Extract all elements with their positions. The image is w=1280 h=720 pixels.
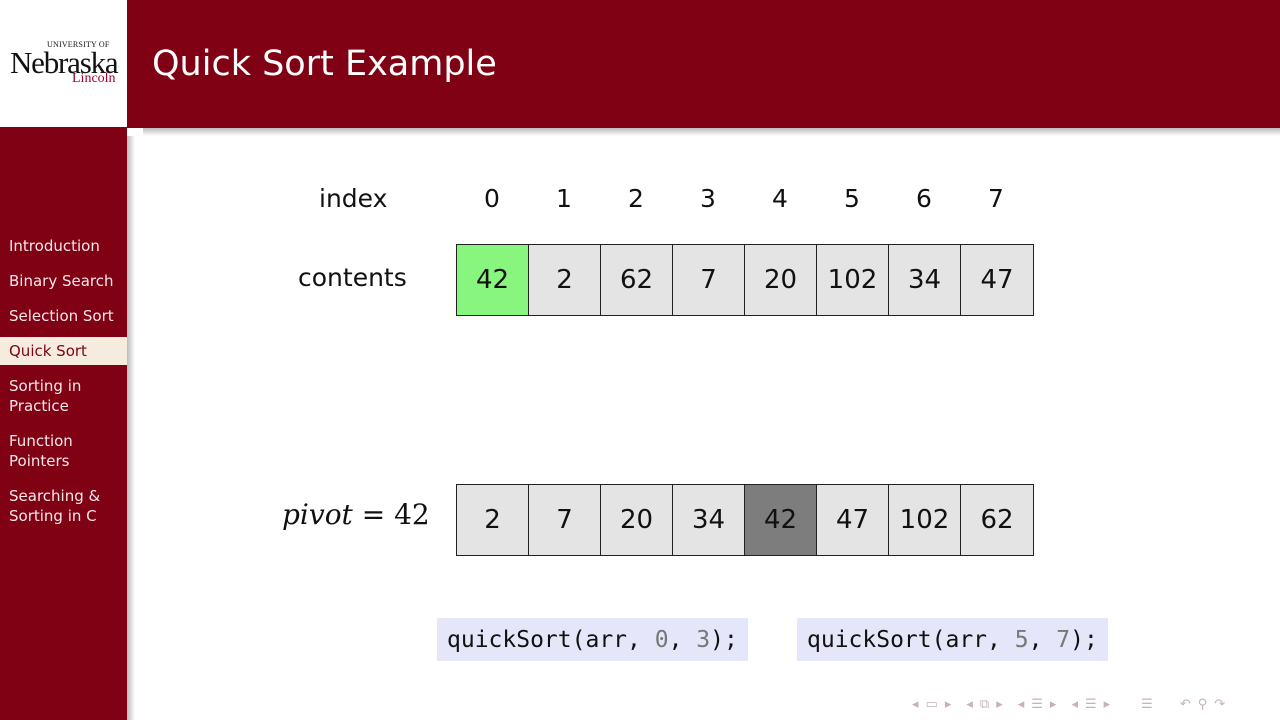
prev-slide-icon[interactable]: ◂ bbox=[1071, 697, 1078, 712]
contents-array: 42 2 62 7 20 102 34 47 bbox=[456, 244, 1034, 316]
sidebar-item-function-pointers[interactable]: Function Pointers bbox=[0, 431, 98, 471]
code-sep: , bbox=[1028, 626, 1057, 653]
contents-cell: 47 bbox=[961, 245, 1033, 315]
quicksort-call-left: quickSort(arr, 0, 3); bbox=[437, 618, 748, 661]
contents-cell: 20 bbox=[745, 245, 817, 315]
index-label: index bbox=[319, 184, 388, 213]
partitioned-cell: 62 bbox=[961, 485, 1033, 555]
code-prefix: quickSort(arr, bbox=[447, 626, 655, 653]
quicksort-call-right: quickSort(arr, 5, 7); bbox=[797, 618, 1108, 661]
index-label-2: 2 bbox=[628, 184, 644, 213]
next-section-icon[interactable]: ▸ bbox=[1050, 697, 1057, 712]
code-prefix: quickSort(arr, bbox=[807, 626, 1015, 653]
redo-icon[interactable]: ↷ bbox=[1214, 697, 1225, 712]
code-arg-low: 0 bbox=[654, 626, 669, 653]
pivot-cell: 42 bbox=[745, 485, 817, 555]
next-frame-icon[interactable]: ▸ bbox=[945, 697, 952, 712]
code-sep: , bbox=[668, 626, 697, 653]
index-label-3: 3 bbox=[700, 184, 716, 213]
beamer-navigation: ◂ ▭ ▸ ◂ ⧉ ▸ ◂ ☰ ▸ ◂ ☰ ▸ ☰ ↶ ⚲ ↷ bbox=[912, 694, 1225, 714]
code-arg-high: 7 bbox=[1056, 626, 1071, 653]
index-label-1: 1 bbox=[556, 184, 572, 213]
sidebar-item-quick-sort[interactable]: Quick Sort bbox=[0, 337, 127, 365]
search-icon[interactable]: ⚲ bbox=[1198, 697, 1208, 712]
pivot-label: pivot = 42 bbox=[282, 498, 430, 531]
code-suffix: ); bbox=[710, 626, 738, 653]
contents-label: contents bbox=[298, 263, 407, 292]
logo-lincoln: Lincoln bbox=[72, 71, 116, 86]
sidebar-item-searching-sorting-c[interactable]: Searching & Sorting in C bbox=[0, 486, 118, 526]
partitioned-cell: 47 bbox=[817, 485, 889, 555]
slide-title: Quick Sort Example bbox=[152, 44, 497, 84]
partitioned-cell: 7 bbox=[529, 485, 601, 555]
section-nav: Introduction Binary Search Selection Sor… bbox=[0, 236, 127, 541]
header-shadow bbox=[143, 128, 1280, 136]
contents-cell: 42 bbox=[457, 245, 529, 315]
next-slide-icon[interactable]: ▸ bbox=[1104, 697, 1111, 712]
slide-icon[interactable]: ☰ bbox=[1085, 697, 1097, 712]
sidebar-item-selection-sort[interactable]: Selection Sort bbox=[0, 306, 127, 326]
partitioned-cell: 2 bbox=[457, 485, 529, 555]
partitioned-array: 2 7 20 34 42 47 102 62 bbox=[456, 484, 1034, 556]
code-arg-low: 5 bbox=[1014, 626, 1029, 653]
undo-icon[interactable]: ↶ bbox=[1180, 697, 1191, 712]
index-label-5: 5 bbox=[844, 184, 860, 213]
contents-cell: 62 bbox=[601, 245, 673, 315]
index-label-6: 6 bbox=[916, 184, 932, 213]
contents-cell: 2 bbox=[529, 245, 601, 315]
sidebar-item-sorting-in-practice[interactable]: Sorting in Practice bbox=[0, 376, 108, 416]
index-label-4: 4 bbox=[772, 184, 788, 213]
contents-cell: 102 bbox=[817, 245, 889, 315]
university-logo: UNIVERSITY OF Nebraska Lincoln bbox=[0, 0, 127, 127]
sidebar-item-introduction[interactable]: Introduction bbox=[0, 236, 127, 256]
prev-subsection-icon[interactable]: ◂ bbox=[966, 697, 973, 712]
prev-frame-icon[interactable]: ◂ bbox=[912, 697, 919, 712]
code-suffix: ); bbox=[1070, 626, 1098, 653]
prev-section-icon[interactable]: ◂ bbox=[1018, 697, 1025, 712]
code-arg-high: 3 bbox=[696, 626, 711, 653]
index-label-7: 7 bbox=[988, 184, 1004, 213]
partitioned-cell: 34 bbox=[673, 485, 745, 555]
partitioned-cell: 102 bbox=[889, 485, 961, 555]
subsection-icon[interactable]: ⧉ bbox=[980, 697, 989, 712]
outline-icon[interactable]: ☰ bbox=[1141, 697, 1153, 712]
frame-icon[interactable]: ▭ bbox=[926, 697, 938, 712]
contents-cell: 34 bbox=[889, 245, 961, 315]
next-subsection-icon[interactable]: ▸ bbox=[996, 697, 1003, 712]
section-icon[interactable]: ☰ bbox=[1031, 697, 1043, 712]
sidebar-shadow bbox=[127, 136, 135, 720]
partitioned-cell: 20 bbox=[601, 485, 673, 555]
contents-cell: 7 bbox=[673, 245, 745, 315]
index-label-0: 0 bbox=[484, 184, 500, 213]
pivot-var: pivot bbox=[282, 498, 353, 531]
sidebar-item-binary-search[interactable]: Binary Search bbox=[0, 271, 127, 291]
pivot-value: 42 bbox=[394, 498, 430, 531]
